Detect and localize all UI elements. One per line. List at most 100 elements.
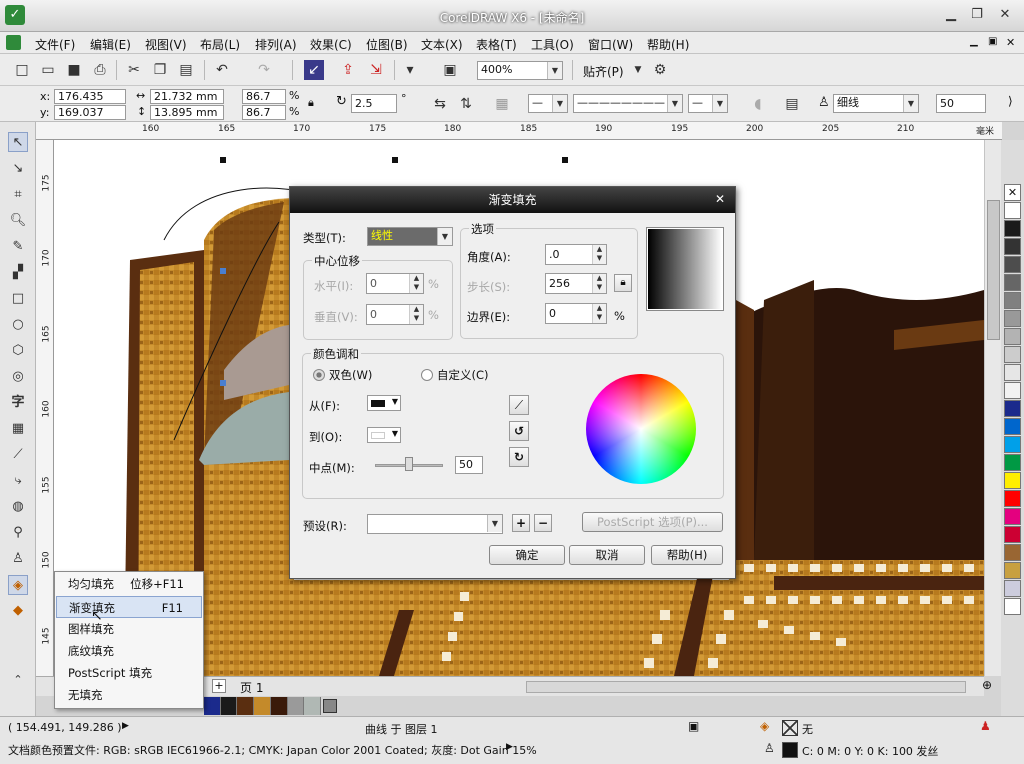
menu-fountain-fill[interactable]: 渐变填充 F11: [56, 596, 202, 618]
zoom-navigator-icon[interactable]: ⊕: [982, 678, 992, 692]
undo-icon[interactable]: ↶: [212, 60, 232, 80]
palette-swatch[interactable]: [1004, 544, 1021, 561]
export-icon[interactable]: ⇪: [338, 60, 358, 80]
menu-no-fill[interactable]: 无填充: [56, 684, 202, 706]
palette-swatch[interactable]: [1004, 508, 1021, 525]
expand-toolbox-icon[interactable]: ⌃: [8, 670, 28, 690]
minimize-button[interactable]: ▁: [940, 6, 962, 24]
palette-swatch[interactable]: [1004, 256, 1021, 273]
doc-close-icon[interactable]: ✕: [1006, 36, 1015, 49]
menu-tools[interactable]: 工具(O): [531, 36, 574, 53]
palette-swatch[interactable]: [1004, 526, 1021, 543]
options-icon[interactable]: ⚙: [650, 60, 670, 80]
polygon-tool-icon[interactable]: ⬡: [8, 341, 28, 361]
menu-postscript-fill[interactable]: PostScript 填充: [56, 662, 202, 684]
help-button[interactable]: 帮助(H): [651, 545, 723, 565]
table-tool-icon[interactable]: ▦: [8, 419, 28, 439]
width-input[interactable]: 21.732 mm: [150, 89, 224, 104]
doc-restore-icon[interactable]: ▣: [988, 36, 997, 47]
palette-swatch[interactable]: [1004, 274, 1021, 291]
palette-swatch[interactable]: [1004, 310, 1021, 327]
start-arrow-select[interactable]: — ▼: [528, 94, 568, 113]
steps-input[interactable]: 256 ▲ ▼: [545, 273, 607, 294]
rectangle-tool-icon[interactable]: □: [8, 289, 28, 309]
ccw-blend-icon[interactable]: ↺: [509, 421, 529, 441]
two-color-radio[interactable]: [313, 369, 325, 381]
from-color-picker[interactable]: ▼: [367, 395, 401, 411]
line-style-select[interactable]: ———————— ▼: [573, 94, 683, 113]
vertical-scrollbar[interactable]: [984, 140, 1001, 676]
menu-edit[interactable]: 编辑(E): [90, 36, 131, 53]
page-tab[interactable]: 页 1: [240, 679, 263, 696]
palette-swatch[interactable]: [1004, 598, 1021, 615]
fill-type-select[interactable]: 线性 ▼: [367, 227, 453, 246]
menu-view[interactable]: 视图(V): [145, 36, 187, 53]
more-options-icon[interactable]: ⟩: [1008, 94, 1013, 108]
dimension-tool-icon[interactable]: ⟋: [8, 445, 28, 465]
add-preset-icon[interactable]: +: [512, 514, 530, 532]
lock-ratio-icon[interactable]: 🔒︎: [308, 96, 314, 110]
edge-pad-input[interactable]: 0 ▲ ▼: [545, 303, 607, 324]
palette-swatch[interactable]: [1004, 292, 1021, 309]
doc-minimize-icon[interactable]: ▁: [970, 36, 978, 47]
midpoint-input[interactable]: 50: [455, 456, 483, 474]
menu-help[interactable]: 帮助(H): [647, 36, 689, 53]
menu-window[interactable]: 窗口(W): [588, 36, 633, 53]
interactive-fill-tool-icon[interactable]: ◆: [8, 601, 28, 621]
palette-swatch[interactable]: [1004, 472, 1021, 489]
menu-pattern-fill[interactable]: 图样填充: [56, 618, 202, 640]
height-input[interactable]: 13.895 mm: [150, 105, 224, 120]
close-button[interactable]: ✕: [994, 6, 1016, 24]
direct-blend-icon[interactable]: ⟋: [509, 395, 529, 415]
user-icon[interactable]: ♟: [980, 719, 991, 733]
color-wheel[interactable]: [586, 374, 696, 484]
rotation-angle-input[interactable]: 2.5: [351, 94, 397, 113]
menu-table[interactable]: 表格(T): [476, 36, 517, 53]
menu-uniform-fill[interactable]: 均匀填充 位移+F11: [56, 573, 202, 595]
new-icon[interactable]: □: [12, 60, 32, 80]
scale-x-input[interactable]: 86.7: [242, 89, 286, 104]
menu-file[interactable]: 文件(F): [35, 36, 75, 53]
restore-button[interactable]: ❐: [966, 6, 988, 24]
palette-swatch[interactable]: [1004, 400, 1021, 417]
wrap-text-icon[interactable]: ▦: [492, 94, 512, 114]
angle-input[interactable]: .0 ▲ ▼: [545, 244, 607, 265]
palette-swatch[interactable]: [1004, 346, 1021, 363]
menu-bitmaps[interactable]: 位图(B): [366, 36, 408, 53]
blend-tool-icon[interactable]: ◍: [8, 497, 28, 517]
scale-y-input[interactable]: 86.7: [242, 105, 286, 120]
palette-swatch[interactable]: [1004, 364, 1021, 381]
palette-swatch[interactable]: [1004, 580, 1021, 597]
outline-width-select[interactable]: 细线 ▼: [833, 94, 919, 113]
import-icon[interactable]: ↙: [304, 60, 324, 80]
palette-swatch[interactable]: [1004, 328, 1021, 345]
menu-layout[interactable]: 布局(L): [200, 36, 240, 53]
cut-icon[interactable]: ✂: [124, 60, 144, 80]
wrap-paragraph-icon[interactable]: ▤: [782, 94, 802, 114]
midpoint-slider-thumb[interactable]: [405, 457, 413, 471]
zoom-tool-icon[interactable]: 🔍︎: [8, 211, 28, 231]
outline-percent-input[interactable]: 50: [936, 94, 986, 113]
ellipse-tool-icon[interactable]: ○: [8, 315, 28, 335]
open-icon[interactable]: ▭: [38, 60, 58, 80]
add-page-icon[interactable]: +: [212, 679, 226, 693]
paste-icon[interactable]: ▤: [176, 60, 196, 80]
palette-swatch[interactable]: [1004, 490, 1021, 507]
palette-swatch[interactable]: [1004, 562, 1021, 579]
postscript-options-button[interactable]: PostScript 选项(P)...: [582, 512, 723, 532]
x-position-input[interactable]: 176.435 mm: [54, 89, 126, 116]
fill-tool-icon[interactable]: ◈: [8, 575, 28, 595]
close-icon[interactable]: ✕: [713, 192, 727, 206]
palette-swatch[interactable]: [1004, 382, 1021, 399]
no-color-swatch[interactable]: ✕: [1004, 184, 1021, 201]
eyedropper-tool-icon[interactable]: ⚲: [8, 523, 28, 543]
cancel-button[interactable]: 取消: [569, 545, 645, 565]
snap-to-button[interactable]: 贴齐(P): [583, 63, 624, 80]
smart-fill-tool-icon[interactable]: ▞: [8, 263, 28, 283]
outline-pen-tool-icon[interactable]: ♙: [8, 549, 28, 569]
menu-texture-fill[interactable]: 底纹填充: [56, 640, 202, 662]
mirror-vertical-icon[interactable]: ⇅: [456, 94, 476, 114]
palette-swatch[interactable]: [1004, 436, 1021, 453]
horizontal-offset-input[interactable]: 0 ▲ ▼: [366, 273, 424, 294]
palette-swatch[interactable]: [1004, 202, 1021, 219]
